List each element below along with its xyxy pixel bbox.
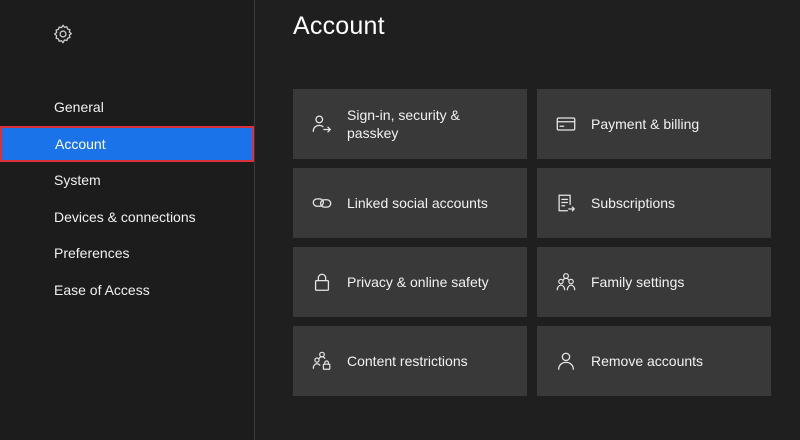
people-lock-icon bbox=[311, 350, 333, 372]
sidebar-item-general[interactable]: General bbox=[0, 89, 254, 126]
tile-label: Subscriptions bbox=[591, 195, 676, 211]
tile-payment-billing[interactable]: Payment & billing bbox=[537, 89, 771, 159]
tile-remove-accounts[interactable]: Remove accounts bbox=[537, 326, 771, 396]
tile-label: Payment & billing bbox=[591, 116, 700, 132]
link-icon bbox=[311, 192, 333, 214]
sidebar-item-system[interactable]: System bbox=[0, 162, 254, 199]
person-arrow-icon bbox=[311, 113, 333, 135]
sidebar-item-devices-connections[interactable]: Devices & connections bbox=[0, 199, 254, 236]
tile-family-settings[interactable]: Family settings bbox=[537, 247, 771, 317]
tile-content-restrictions[interactable]: Content restrictions bbox=[293, 326, 527, 396]
tile-label: Family settings bbox=[591, 274, 685, 290]
page-title: Account bbox=[293, 12, 385, 40]
tile-label: Sign-in, security & passkey bbox=[347, 107, 460, 141]
lock-icon bbox=[311, 271, 333, 293]
tile-label: Linked social accounts bbox=[347, 195, 488, 211]
tile-sign-in-security-passkey[interactable]: Sign-in, security & passkey bbox=[293, 89, 527, 159]
tile-subscriptions[interactable]: Subscriptions bbox=[537, 168, 771, 238]
tile-privacy-online-safety[interactable]: Privacy & online safety bbox=[293, 247, 527, 317]
person-icon bbox=[555, 350, 577, 372]
sidebar-nav: General Account System Devices & connect… bbox=[0, 89, 254, 308]
tile-label: Remove accounts bbox=[591, 353, 704, 369]
gear-icon bbox=[52, 23, 74, 45]
list-arrow-icon bbox=[555, 192, 577, 214]
sidebar-item-preferences[interactable]: Preferences bbox=[0, 235, 254, 272]
tile-label: Content restrictions bbox=[347, 353, 468, 369]
sidebar: General Account System Devices & connect… bbox=[0, 0, 255, 440]
tile-linked-social-accounts[interactable]: Linked social accounts bbox=[293, 168, 527, 238]
family-icon bbox=[555, 271, 577, 293]
sidebar-item-ease-of-access[interactable]: Ease of Access bbox=[0, 272, 254, 309]
sidebar-item-account[interactable]: Account bbox=[0, 125, 254, 162]
credit-card-icon bbox=[555, 113, 577, 135]
tile-label: Privacy & online safety bbox=[347, 274, 489, 290]
account-options-grid: Sign-in, security & passkey Payment & bi… bbox=[293, 89, 771, 396]
